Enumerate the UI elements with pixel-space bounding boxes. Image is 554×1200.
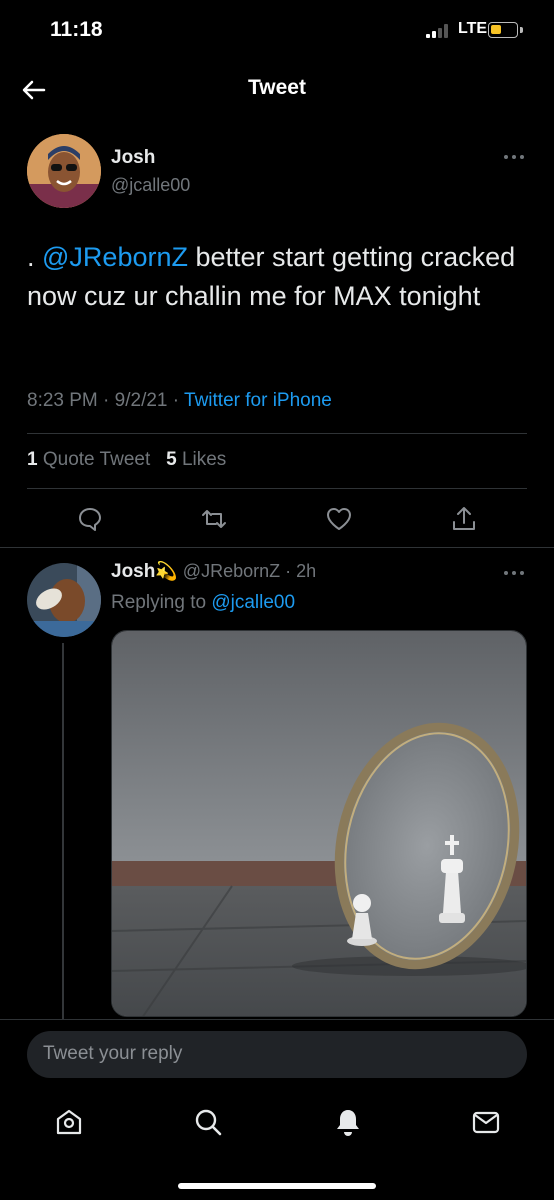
- home-icon[interactable]: [53, 1106, 85, 1138]
- search-icon[interactable]: [192, 1106, 224, 1138]
- signal-icon: [426, 24, 448, 38]
- thread-line: [62, 643, 64, 1020]
- quote-label: Quote Tweet: [42, 449, 151, 470]
- divider: [0, 1019, 554, 1020]
- home-indicator[interactable]: [178, 1183, 376, 1189]
- retweet-icon[interactable]: [200, 505, 228, 533]
- tweet-client-link[interactable]: Twitter for iPhone: [184, 390, 332, 411]
- network-label: LTE: [458, 20, 488, 37]
- more-options-icon[interactable]: [503, 154, 525, 160]
- reply-author-name[interactable]: Josh: [111, 561, 155, 582]
- tweet-meta: 8:23 PM · 9/2/21 · Twitter for iPhone: [27, 390, 332, 411]
- status-time: 11:18: [50, 18, 103, 41]
- like-count: 5: [166, 449, 177, 470]
- divider: [27, 433, 527, 434]
- author-name[interactable]: Josh: [111, 147, 155, 169]
- quote-tweets-link[interactable]: 1 Quote Tweet: [27, 449, 150, 470]
- battery-icon: [488, 22, 518, 38]
- avatar[interactable]: [27, 134, 101, 208]
- notifications-icon[interactable]: [332, 1106, 364, 1138]
- share-icon[interactable]: [450, 505, 478, 533]
- reply-emoji: 💫: [155, 561, 178, 581]
- replying-to: Replying to @jcalle00: [111, 592, 295, 614]
- reply-avatar[interactable]: [27, 563, 101, 637]
- replying-to-link[interactable]: @jcalle00: [211, 592, 295, 613]
- author-handle[interactable]: @jcalle00: [111, 175, 190, 196]
- tweet-stats: 1 Quote Tweet 5 Likes: [27, 449, 226, 471]
- quote-count: 1: [27, 449, 38, 470]
- like-icon[interactable]: [325, 505, 353, 533]
- tweet-text: . @JRebornZ better start getting cracked…: [27, 238, 527, 316]
- messages-icon[interactable]: [470, 1106, 502, 1138]
- mention-link[interactable]: @JRebornZ: [42, 242, 188, 272]
- reply-input[interactable]: Tweet your reply: [27, 1031, 527, 1078]
- reply-input-placeholder: Tweet your reply: [43, 1043, 183, 1064]
- divider: [0, 547, 554, 548]
- reply-author-handle[interactable]: @JRebornZ: [183, 561, 280, 581]
- like-label: Likes: [181, 449, 227, 470]
- chess-mirror-image: [112, 631, 526, 1016]
- more-options-icon[interactable]: [503, 570, 525, 576]
- battery-level: [491, 25, 501, 34]
- reply-icon[interactable]: [76, 505, 104, 533]
- likes-link[interactable]: 5 Likes: [166, 449, 226, 470]
- reply-header: Josh💫 @JRebornZ · 2h: [111, 561, 317, 582]
- divider: [27, 488, 527, 489]
- tweet-media-image[interactable]: [111, 630, 527, 1017]
- page-title: Tweet: [248, 76, 306, 99]
- reply-age: 2h: [296, 561, 317, 581]
- reply-avatar-image: [27, 563, 101, 637]
- tweet-time: 8:23 PM: [27, 390, 98, 411]
- battery-tip: [520, 27, 523, 33]
- replying-prefix: Replying to: [111, 592, 212, 613]
- tweet-date: 9/2/21: [114, 390, 168, 411]
- tweet-text-prefix: .: [27, 242, 43, 272]
- avatar-image: [27, 134, 101, 208]
